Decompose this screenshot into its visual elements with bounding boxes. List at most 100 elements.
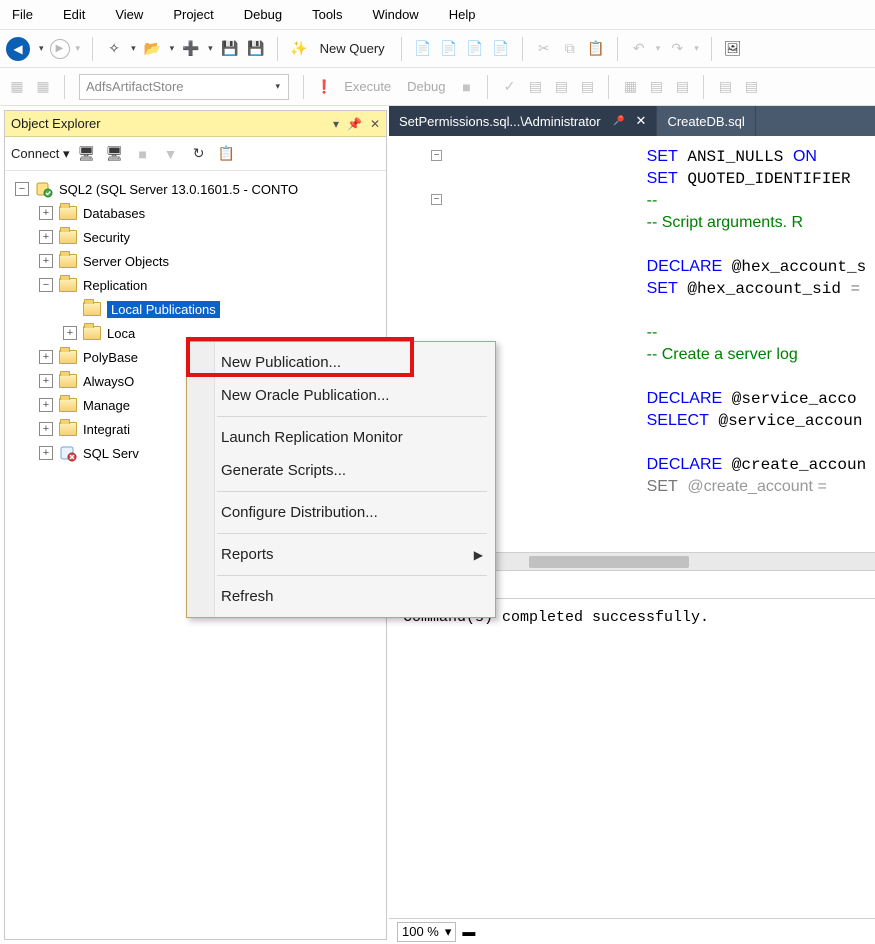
collapse-icon[interactable]: − xyxy=(15,182,29,196)
undo-dd: ▾ xyxy=(654,43,663,54)
zoom-dash: ▬ xyxy=(462,924,475,939)
menu-edit[interactable]: Edit xyxy=(59,3,89,26)
panel-close-icon[interactable]: ✕ xyxy=(370,117,380,131)
menu-help[interactable]: Help xyxy=(445,3,480,26)
nav-back-button[interactable]: ◀ xyxy=(6,37,30,61)
ctx-refresh[interactable]: Refresh xyxy=(187,580,495,613)
script-icon-4[interactable]: 📄 xyxy=(490,38,512,60)
panel-pin-icon[interactable]: 📌 xyxy=(347,117,362,131)
new-query-icon[interactable]: ✨ xyxy=(288,38,310,60)
tab-label: CreateDB.sql xyxy=(667,114,744,129)
separator xyxy=(92,37,93,61)
results-grid-icon: ▦ xyxy=(619,76,641,98)
connect-server-icon[interactable]: 🖥 xyxy=(76,143,98,165)
uncomment-icon: ▤ xyxy=(740,76,762,98)
add-icon[interactable]: ➕ xyxy=(180,38,202,60)
menu-tools[interactable]: Tools xyxy=(308,3,346,26)
context-menu-separator xyxy=(217,416,487,417)
new-project-icon[interactable]: ✧ xyxy=(103,38,125,60)
node-label-selected: Local Publications xyxy=(107,301,220,318)
script-icon-2[interactable]: 📄 xyxy=(438,38,460,60)
open-dd[interactable]: ▾ xyxy=(168,43,177,54)
expand-icon[interactable]: + xyxy=(39,446,53,460)
cut-icon: ✂ xyxy=(533,38,555,60)
node-label: AlwaysO xyxy=(83,374,134,389)
script-icon-3[interactable]: 📄 xyxy=(464,38,486,60)
folder-icon xyxy=(59,374,77,388)
pin-icon[interactable]: 📍 xyxy=(608,111,628,131)
context-menu-separator xyxy=(217,575,487,576)
separator xyxy=(64,75,65,99)
results-text-icon: ▤ xyxy=(645,76,667,98)
new-project-dd[interactable]: ▾ xyxy=(129,43,138,54)
ctx-launch-replication-monitor[interactable]: Launch Replication Monitor xyxy=(187,421,495,454)
node-label: Security xyxy=(83,230,130,245)
menu-project[interactable]: Project xyxy=(169,3,217,26)
tree-node-security[interactable]: + Security xyxy=(9,225,382,249)
tree-node-databases[interactable]: +Databases xyxy=(9,201,382,225)
open-icon[interactable]: 📂 xyxy=(142,38,164,60)
tree-node-local-publications[interactable]: Local Publications xyxy=(9,297,382,321)
ctx-new-oracle-publication[interactable]: New Oracle Publication... xyxy=(187,379,495,412)
activity-icon[interactable]: 🖼 xyxy=(722,38,744,60)
node-label: Replication xyxy=(83,278,147,293)
nav-back-dropdown[interactable]: ▾ xyxy=(37,43,46,54)
tab-createdb[interactable]: CreateDB.sql xyxy=(657,106,755,136)
expand-icon[interactable]: + xyxy=(39,398,53,412)
script-icon-1[interactable]: 📄 xyxy=(412,38,434,60)
tab-close-icon[interactable]: ✕ xyxy=(636,113,647,129)
menu-debug[interactable]: Debug xyxy=(240,3,286,26)
ctx-configure-distribution[interactable]: Configure Distribution... xyxy=(187,496,495,529)
expand-icon[interactable]: + xyxy=(39,230,53,244)
separator xyxy=(711,37,712,61)
zoom-combo[interactable]: 100 % ▾ xyxy=(397,922,456,942)
expand-icon[interactable]: + xyxy=(39,254,53,268)
db-diagram-icon: ▦ xyxy=(6,76,28,98)
outline-collapse-icon[interactable]: − xyxy=(431,194,442,205)
separator xyxy=(401,37,402,61)
toolbar-main: ◀ ▾ ▶ ▾ ✧▾ 📂▾ ➕▾ 💾 💾 ✨ New Query 📄 📄 📄 📄… xyxy=(0,30,875,68)
expand-icon[interactable]: + xyxy=(39,350,53,364)
nav-forward-button[interactable]: ▶ xyxy=(50,39,70,59)
tab-setpermissions[interactable]: SetPermissions.sql...\Administrator 📍 ✕ xyxy=(389,106,657,136)
ctx-new-publication[interactable]: New Publication... xyxy=(187,346,495,379)
panel-dropdown-icon[interactable]: ▾ xyxy=(333,117,339,131)
scrollbar-thumb[interactable] xyxy=(529,556,689,568)
copy-icon: ⧉ xyxy=(559,38,581,60)
node-label: Integrati xyxy=(83,422,130,437)
connect-button[interactable]: Connect ▾ xyxy=(11,146,70,162)
expand-icon[interactable]: + xyxy=(39,422,53,436)
parse-icon: ✓ xyxy=(498,76,520,98)
expand-icon[interactable]: + xyxy=(63,326,77,340)
tree-root[interactable]: − SQL2 (SQL Server 13.0.1601.5 - CONTO xyxy=(9,177,382,201)
context-menu: New Publication... New Oracle Publicatio… xyxy=(186,341,496,618)
filter-icon: ▼ xyxy=(160,143,182,165)
database-combo[interactable]: AdfsArtifactStore ▾ xyxy=(79,74,289,100)
wizard-icon[interactable]: 📋 xyxy=(216,143,238,165)
expand-icon[interactable]: + xyxy=(39,374,53,388)
expand-icon[interactable]: + xyxy=(39,206,53,220)
refresh-icon[interactable]: ↻ xyxy=(188,143,210,165)
folder-icon xyxy=(83,326,101,340)
outline-collapse-icon[interactable]: − xyxy=(431,150,442,161)
menu-file[interactable]: File xyxy=(8,3,37,26)
tree-node-server-objects[interactable]: +Server Objects xyxy=(9,249,382,273)
save-all-icon[interactable]: 💾 xyxy=(245,38,267,60)
tree-node-replication[interactable]: − Replication xyxy=(9,273,382,297)
ctx-reports[interactable]: Reports▶ xyxy=(187,538,495,571)
collapse-icon[interactable]: − xyxy=(39,278,53,292)
save-icon[interactable]: 💾 xyxy=(219,38,241,60)
new-query-button[interactable]: New Query xyxy=(314,39,391,58)
add-dd[interactable]: ▾ xyxy=(206,43,215,54)
stop-icon: ■ xyxy=(132,143,154,165)
ctx-generate-scripts[interactable]: Generate Scripts... xyxy=(187,454,495,487)
redo-icon: ↷ xyxy=(666,38,688,60)
document-tabs: SetPermissions.sql...\Administrator 📍 ✕ … xyxy=(389,106,875,136)
options-icon-1: ▤ xyxy=(550,76,572,98)
debug-button: Debug xyxy=(401,77,451,96)
disconnect-icon[interactable]: 🖥 xyxy=(104,143,126,165)
menu-window[interactable]: Window xyxy=(368,3,422,26)
folder-icon xyxy=(59,398,77,412)
code-text[interactable]: SET ANSI_NULLS ON SET QUOTED_IDENTIFIER … xyxy=(589,136,875,552)
menu-view[interactable]: View xyxy=(111,3,147,26)
